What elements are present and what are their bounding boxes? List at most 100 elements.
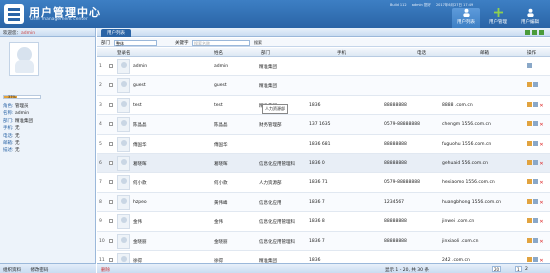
col-email[interactable]: 邮箱 xyxy=(480,50,489,56)
row-checkbox[interactable] xyxy=(109,219,113,224)
col-dept[interactable]: 部门 xyxy=(261,50,270,56)
refresh-icon[interactable] xyxy=(532,30,537,35)
cell-email: hexiaomo 1556.com.cn xyxy=(442,180,495,186)
col-name[interactable]: 姓名 xyxy=(214,50,223,56)
cell-phone: 88888888 xyxy=(384,141,407,147)
info-row-desc: 描述:无 xyxy=(3,147,93,154)
row-checkbox[interactable] xyxy=(109,122,113,127)
edit-icon[interactable] xyxy=(527,160,532,165)
delete-icon[interactable]: ✕ xyxy=(539,103,544,109)
cell-login[interactable]: 傅国华 xyxy=(133,142,147,148)
export-icon[interactable] xyxy=(539,30,544,35)
cell-login[interactable]: hzpeo xyxy=(133,200,147,205)
view-icon[interactable] xyxy=(533,140,538,146)
sidebar: 欢迎您：admin 37% 角色:管理员 名称:admin 部门:精准集团 手机… xyxy=(0,28,96,273)
cell-phone: 1234567 xyxy=(384,199,405,205)
edit-icon[interactable] xyxy=(527,121,532,127)
row-checkbox[interactable] xyxy=(109,141,113,146)
cell-login[interactable]: test xyxy=(133,103,142,108)
cell-login[interactable]: 金伟 xyxy=(133,219,142,225)
edit-icon[interactable] xyxy=(527,237,532,243)
row-avatar xyxy=(117,214,130,230)
row-checkbox[interactable] xyxy=(109,238,113,243)
table-row[interactable]: 3testtest精准集团1836888888888888 .com.cn✕ xyxy=(97,96,550,116)
nav-user-list[interactable]: 用户列表 xyxy=(452,8,480,28)
edit-icon[interactable] xyxy=(527,257,532,262)
view-icon[interactable] xyxy=(533,179,538,185)
page-size-select[interactable]: 20 xyxy=(492,266,502,272)
col-login[interactable]: 登录名 xyxy=(117,50,131,56)
delete-selected-button[interactable]: 删除 xyxy=(101,267,110,273)
col-mobile[interactable]: 手机 xyxy=(337,50,346,56)
table-row[interactable]: 7 何小款 何小款 人力资源部 1836 71 0579-88888888 hexiaomo… xyxy=(97,173,550,193)
row-checkbox[interactable] xyxy=(109,199,113,204)
edit-icon[interactable] xyxy=(527,198,532,204)
tab-actions xyxy=(523,30,544,37)
nav-user-edit[interactable]: 用户编辑 xyxy=(516,8,544,28)
cell-login[interactable]: 金晓丽 xyxy=(133,239,147,245)
delete-icon[interactable]: ✕ xyxy=(539,123,544,128)
table-row[interactable]: 5 傅国华 傅国华 1836 681 88888888 fuguohu 1556.com.… xyxy=(97,135,550,154)
view-icon[interactable] xyxy=(527,63,532,68)
row-checkbox[interactable] xyxy=(109,258,113,262)
table-row[interactable]: 2 guest guest 精准集团 xyxy=(97,76,550,96)
cell-login[interactable]: 葛晓晖 xyxy=(133,161,147,167)
view-icon[interactable] xyxy=(533,160,538,165)
welcome-user[interactable]: admin xyxy=(21,31,35,36)
edit-icon[interactable] xyxy=(527,179,532,185)
view-icon[interactable] xyxy=(533,237,538,243)
view-icon[interactable] xyxy=(533,198,538,204)
delete-icon[interactable]: ✕ xyxy=(539,239,544,245)
view-icon[interactable] xyxy=(533,101,538,107)
page-number-input[interactable]: 1 xyxy=(515,266,522,272)
change-password-link[interactable]: 修改密码 xyxy=(30,268,48,273)
cell-email: 8888 .com.cn xyxy=(442,102,473,108)
table-row[interactable]: 6 葛晓晖 葛晓晖 信息化应用管理科 1836 0 88888888 gehuaid 556… xyxy=(97,154,550,174)
view-icon[interactable] xyxy=(533,121,538,127)
info-key: 角色: xyxy=(3,104,14,109)
info-row-phone: 电话:无 xyxy=(3,133,93,140)
cell-dept: 信息化应用管理科 xyxy=(259,162,295,167)
row-checkbox[interactable] xyxy=(109,180,113,185)
cell-login[interactable]: 何小款 xyxy=(133,180,147,186)
tab-user-list[interactable]: 用户列表 xyxy=(101,29,131,37)
view-icon[interactable] xyxy=(533,257,538,262)
nav-user-manage-label: 用户管理 xyxy=(489,20,507,25)
edit-icon[interactable] xyxy=(527,140,532,146)
top-info-user[interactable]: admin 您好 xyxy=(412,3,431,7)
table-row[interactable]: 8 hzpeo 黄伟峰 信息化应用 1836 7 1234567 huangbhong 15… xyxy=(97,192,550,213)
table-row[interactable]: 1 admin admin 精准集团 xyxy=(97,57,550,77)
row-checkbox[interactable] xyxy=(109,64,113,68)
col-phone[interactable]: 电话 xyxy=(417,50,426,56)
delete-icon[interactable]: ✕ xyxy=(539,142,544,148)
cell-login[interactable]: guest xyxy=(133,83,146,88)
dept-select[interactable]: 整体 xyxy=(114,39,157,46)
delete-icon[interactable]: ✕ xyxy=(539,220,544,225)
view-icon[interactable] xyxy=(533,82,538,88)
row-checkbox[interactable] xyxy=(109,161,113,165)
edit-icon[interactable] xyxy=(527,101,532,107)
edit-icon[interactable] xyxy=(527,218,532,224)
table-row[interactable]: 10 金晓丽 金晓丽 信息化应用管理科 1836 7 88888888 jinxiaoli … xyxy=(97,231,550,251)
avatar xyxy=(9,42,39,76)
edit-icon[interactable] xyxy=(527,82,532,88)
cell-login[interactable]: admin xyxy=(133,64,147,69)
search-button[interactable]: 搜索 xyxy=(254,40,262,46)
view-icon[interactable] xyxy=(533,218,538,224)
delete-icon[interactable]: ✕ xyxy=(539,181,544,186)
nav-user-manage[interactable]: 用户管理 xyxy=(484,8,512,28)
delete-icon[interactable]: ✕ xyxy=(539,162,544,167)
table-row[interactable]: 9 金伟 金伟 信息化应用管理科 1836 8 88888888 jinwei .com.c… xyxy=(97,212,550,232)
cell-login[interactable]: 陈晶晶 xyxy=(133,122,147,128)
row-checkbox[interactable] xyxy=(109,102,113,107)
row-checkbox[interactable] xyxy=(109,83,113,88)
row-actions: ✕ xyxy=(527,237,545,245)
add-icon[interactable] xyxy=(525,30,530,35)
table-row[interactable]: 4 陈晶晶 陈晶晶 财务管理部 137 1635 0579-88888888 chengm … xyxy=(97,115,550,135)
keyword-input[interactable]: 搜索名称 xyxy=(192,39,250,46)
user-add-icon xyxy=(493,8,503,17)
info-row-role: 角色:管理员 xyxy=(3,103,93,110)
cell-phone: 88888888 xyxy=(384,219,407,225)
org-profile-link[interactable]: 组织资料 xyxy=(3,268,21,273)
delete-icon[interactable]: ✕ xyxy=(539,200,544,206)
